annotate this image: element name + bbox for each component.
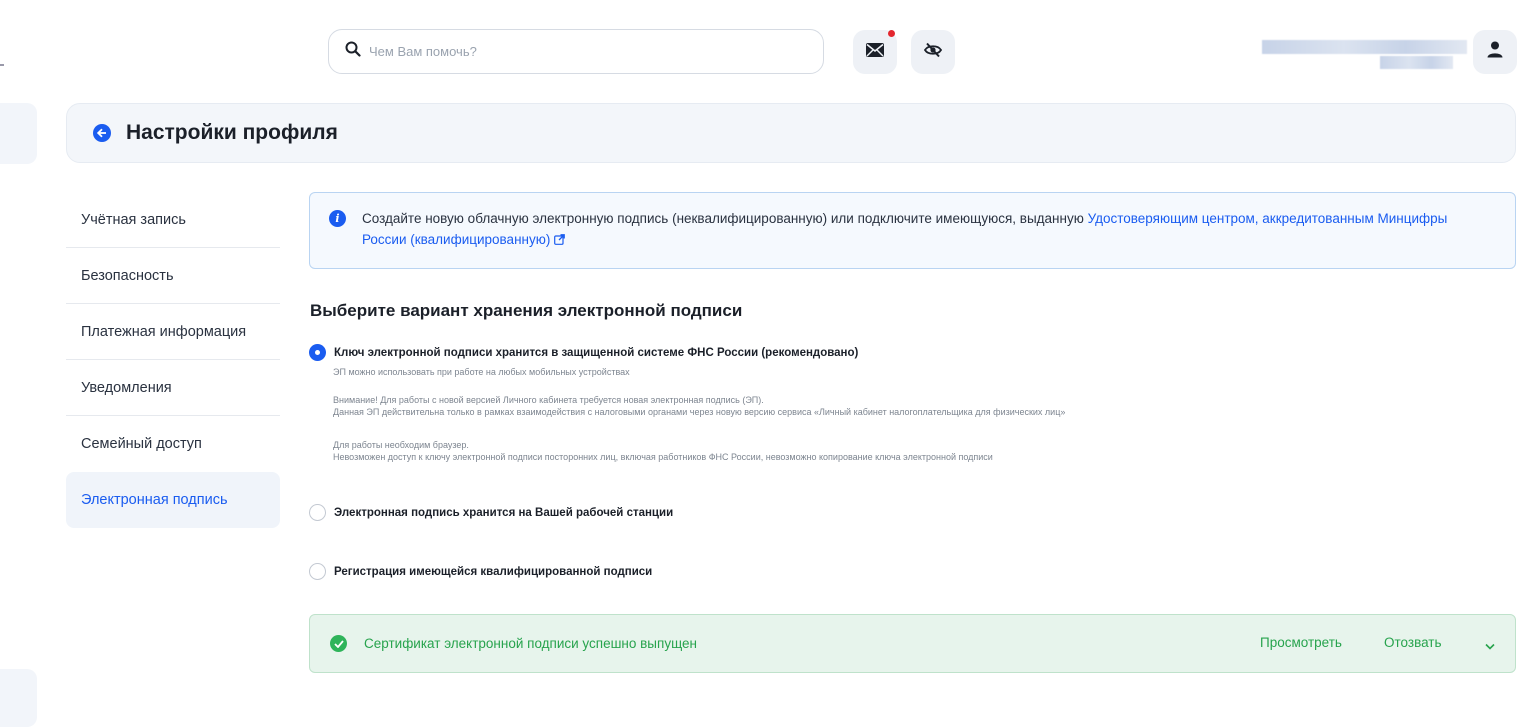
radio-button[interactable] xyxy=(309,563,326,580)
profile-button[interactable] xyxy=(1473,30,1517,74)
option-label[interactable]: Электронная подпись хранится на Вашей ра… xyxy=(334,507,673,519)
menu-item-family[interactable]: Семейный доступ xyxy=(66,416,280,472)
back-arrow-icon[interactable] xyxy=(93,124,111,142)
option-workstation-storage[interactable]: Электронная подпись хранится на Вашей ра… xyxy=(309,504,673,521)
menu-item-e-signature[interactable]: Электронная подпись xyxy=(66,472,280,528)
option-label[interactable]: Ключ электронной подписи хранится в защи… xyxy=(334,347,858,359)
menu-item-payment[interactable]: Платежная информация xyxy=(66,304,280,360)
radio-button-checked[interactable] xyxy=(309,344,326,361)
search-bar[interactable] xyxy=(328,29,824,74)
left-rail-item[interactable] xyxy=(0,103,37,164)
view-certificate-link[interactable]: Просмотреть xyxy=(1260,635,1342,650)
page-header: Настройки профиля xyxy=(66,103,1516,163)
hide-values-button[interactable] xyxy=(911,30,955,74)
eye-slash-icon xyxy=(923,42,943,63)
option-description: ЭП можно использовать при работе на любы… xyxy=(333,367,630,377)
info-banner: i Создайте новую облачную электронную по… xyxy=(309,192,1516,269)
left-rail-marker xyxy=(0,64,4,66)
option-qualified-registration[interactable]: Регистрация имеющейся квалифицированной … xyxy=(309,563,652,580)
menu-item-account[interactable]: Учётная запись xyxy=(66,192,280,248)
page-title: Настройки профиля xyxy=(126,121,338,144)
option-description: Невозможен доступ к ключу электронной по… xyxy=(333,452,993,462)
menu-item-notifications[interactable]: Уведомления xyxy=(66,360,280,416)
menu-item-security[interactable]: Безопасность xyxy=(66,248,280,304)
section-title: Выберите вариант хранения электронной по… xyxy=(310,301,743,320)
certificate-status-banner: Сертификат электронной подписи успешно в… xyxy=(309,614,1516,673)
left-rail-item[interactable] xyxy=(0,669,37,727)
certificate-status-text: Сертификат электронной подписи успешно в… xyxy=(364,636,697,651)
search-icon xyxy=(345,41,361,62)
user-icon xyxy=(1487,41,1503,63)
external-link-icon xyxy=(554,232,565,247)
revoke-certificate-link[interactable]: Отозвать xyxy=(1384,635,1442,650)
chevron-down-icon[interactable] xyxy=(1485,637,1495,655)
option-description: Данная ЭП действительна только в рамках … xyxy=(333,407,1066,417)
info-text: Создайте новую облачную электронную подп… xyxy=(362,211,1088,226)
messages-button[interactable] xyxy=(853,30,897,74)
notification-dot xyxy=(888,30,895,37)
envelope-icon xyxy=(866,42,884,62)
check-circle-icon xyxy=(330,635,347,652)
user-id-redacted xyxy=(1380,56,1453,69)
option-description: Внимание! Для работы с новой версией Лич… xyxy=(333,395,764,405)
settings-menu: Учётная запись Безопасность Платежная ин… xyxy=(66,192,280,528)
radio-button[interactable] xyxy=(309,504,326,521)
user-name-redacted xyxy=(1262,40,1467,54)
option-fns-storage[interactable]: Ключ электронной подписи хранится в защи… xyxy=(309,344,858,361)
search-input[interactable] xyxy=(369,44,789,59)
option-description: Для работы необходим браузер. xyxy=(333,440,469,450)
option-label[interactable]: Регистрация имеющейся квалифицированной … xyxy=(334,566,652,578)
info-icon: i xyxy=(329,210,346,227)
